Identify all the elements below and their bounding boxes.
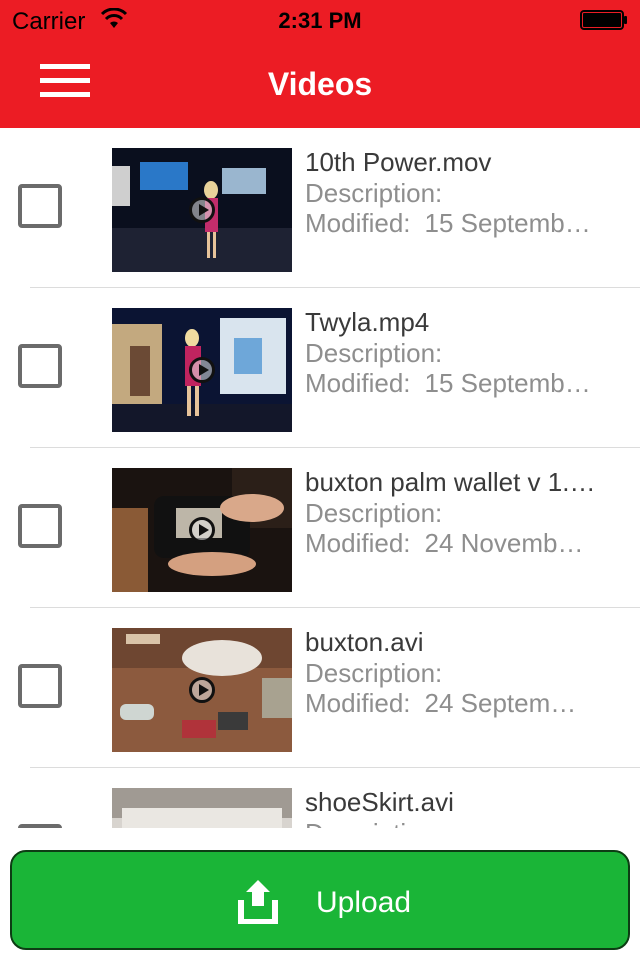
select-checkbox[interactable] (18, 664, 62, 708)
select-checkbox[interactable] (18, 344, 62, 388)
list-item[interactable]: Twyla.mp4 Description: Modified: 15 Septe… (0, 288, 640, 448)
list-item[interactable]: buxton.avi Description: Modified: 24 Sept… (0, 608, 640, 768)
video-description-label: Description: (305, 498, 443, 528)
video-modified-date: 24 Novemb… (424, 528, 584, 558)
video-title: shoeSkirt.avi (305, 787, 454, 817)
list-item[interactable]: buxton palm wallet v 1.… Description: Mo… (0, 448, 640, 608)
list-item[interactable]: shoeSkirt.avi Description: (0, 768, 640, 828)
upload-label: Upload (316, 886, 412, 919)
list-item[interactable]: 10th Power.mov Description: Modified: 15 … (0, 128, 640, 288)
select-checkbox[interactable] (18, 504, 62, 548)
play-icon (189, 677, 215, 703)
video-modified-date: 15 Septemb… (424, 368, 591, 398)
video-title: Twyla.mp4 (305, 307, 430, 337)
video-thumbnail[interactable] (112, 468, 292, 592)
nav-bar: Videos (0, 40, 640, 128)
video-thumbnail[interactable] (112, 788, 292, 828)
battery-icon (580, 10, 627, 30)
video-modified-date: 15 Septemb… (424, 208, 591, 238)
select-checkbox[interactable] (18, 824, 62, 828)
video-modified-label: Modified: (305, 528, 411, 558)
select-checkbox[interactable] (18, 184, 62, 228)
status-time: 2:31 PM (278, 8, 362, 33)
video-thumbnail[interactable] (112, 148, 292, 272)
video-title: 10th Power.mov (305, 147, 492, 177)
video-title: buxton palm wallet v 1.… (305, 467, 596, 497)
status-bar: Carrier 2:31 PM (0, 0, 640, 40)
play-icon (189, 357, 215, 383)
video-description-label: Description: (305, 818, 625, 828)
video-thumbnail[interactable] (112, 628, 292, 752)
video-modified-label: Modified: (305, 208, 411, 238)
video-list[interactable]: 10th Power.mov Description: Modified: 15 … (0, 128, 640, 828)
video-modified-label: Modified: (305, 368, 411, 398)
upload-icon (238, 880, 278, 924)
play-icon (189, 517, 215, 543)
video-description-label: Description: (305, 658, 443, 688)
page-title: Videos (267, 66, 373, 102)
video-modified-label: Modified: (305, 688, 411, 718)
video-description-label: Description: (305, 338, 443, 368)
video-thumbnail[interactable] (112, 308, 292, 432)
play-icon (189, 197, 215, 223)
upload-button[interactable]: Upload (10, 850, 630, 950)
video-modified-date: 24 Septem… (424, 688, 577, 718)
video-description-label: Description: (305, 178, 443, 208)
video-title: buxton.avi (305, 627, 424, 657)
